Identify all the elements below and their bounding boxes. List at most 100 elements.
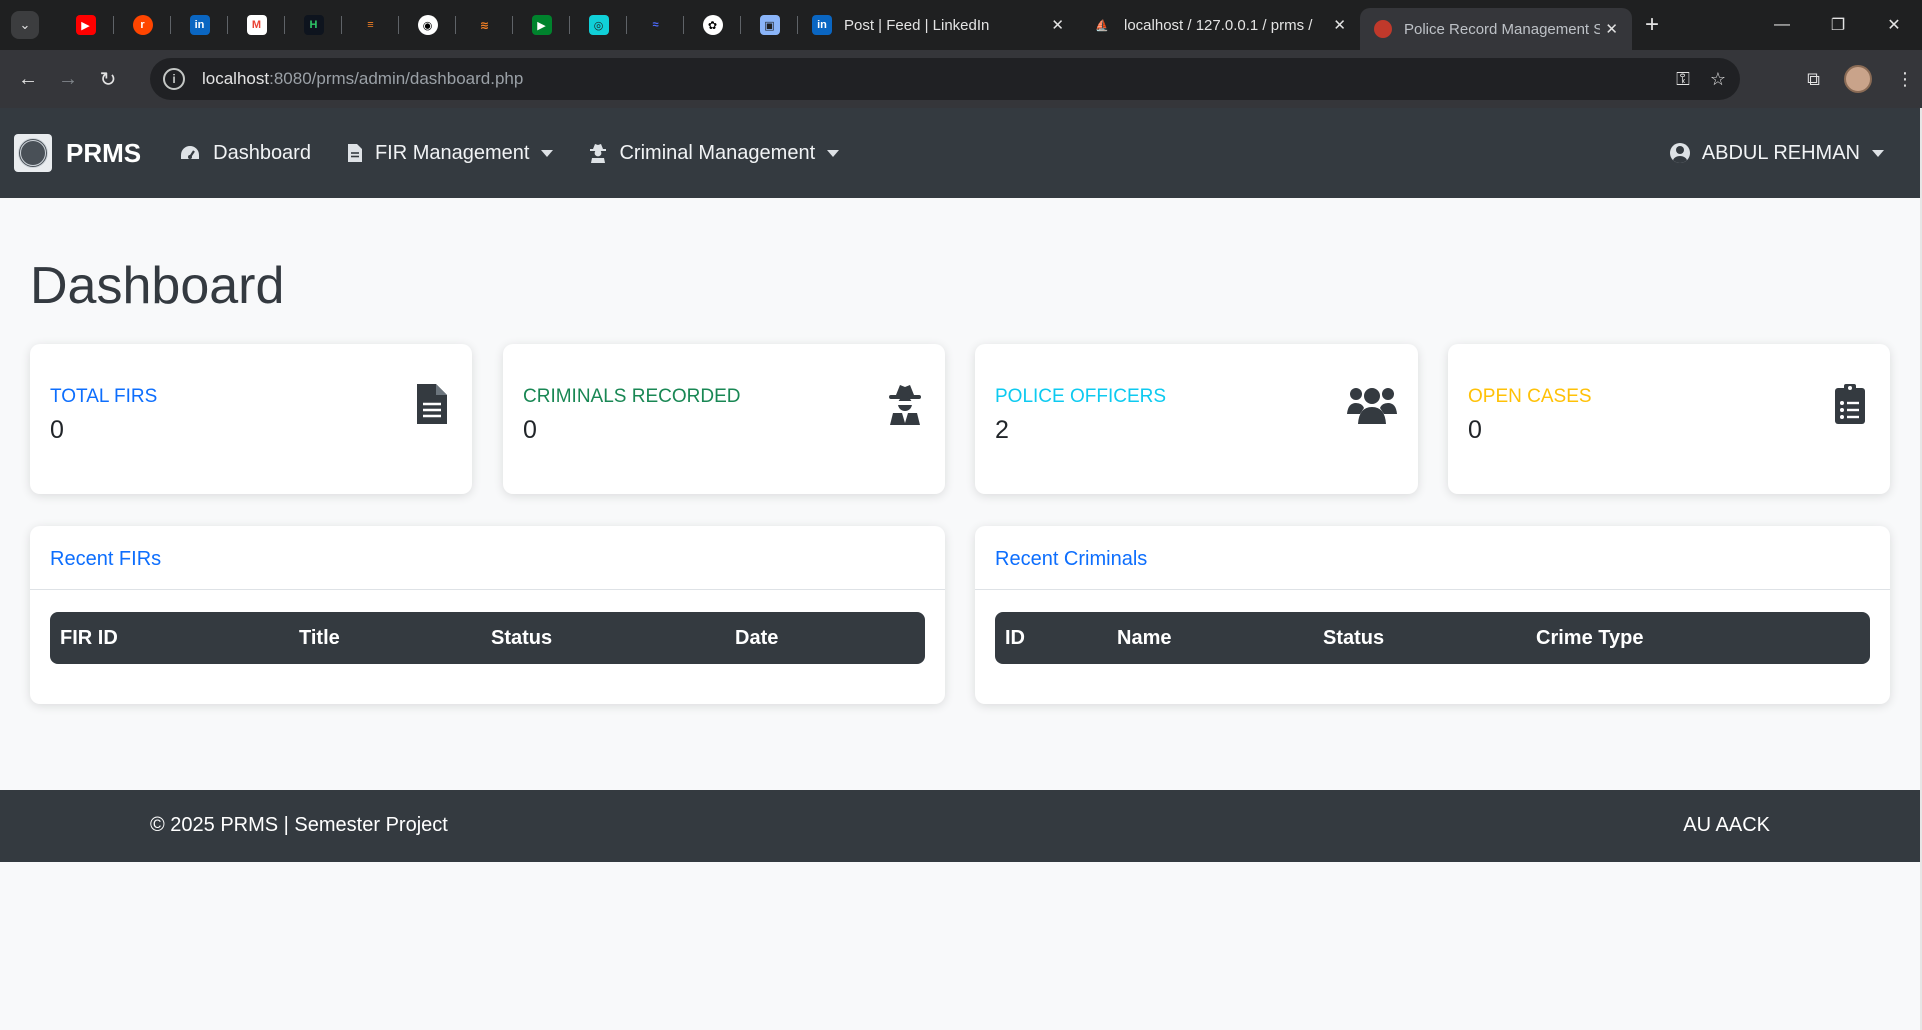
- page-bottom-space: [0, 862, 1920, 1030]
- password-key-icon[interactable]: ⚿: [1676, 69, 1690, 90]
- chatgpt-alt-icon: ◎: [588, 15, 609, 35]
- close-icon[interactable]: ✕: [1333, 16, 1346, 34]
- back-icon[interactable]: ←: [8, 59, 48, 99]
- tab-label: Police Record Management S: [1404, 20, 1600, 38]
- caret-down-icon: [1872, 149, 1884, 157]
- stackoverflow-icon: ≡: [367, 19, 374, 31]
- browser-toolbar: ← → ↻ i localhost:8080/prms/admin/dashbo…: [0, 50, 1922, 108]
- panel-header: Recent FIRs: [30, 526, 945, 590]
- tab-phpmyadmin[interactable]: ⛵ localhost / 127.0.0.1 / prms / ✕: [1078, 0, 1360, 50]
- extensions-icon[interactable]: ⧉: [1807, 69, 1820, 90]
- pinned-tab[interactable]: ✿: [684, 0, 741, 50]
- google-meet-icon: ▶: [531, 15, 552, 35]
- pinned-tab[interactable]: ≡: [342, 0, 399, 50]
- column-header[interactable]: Status: [491, 627, 552, 650]
- column-header[interactable]: Status: [1323, 627, 1384, 650]
- pinned-tab[interactable]: ◉: [399, 0, 456, 50]
- footer: © 2025 PRMS | Semester Project AU AACK: [0, 790, 1920, 862]
- pinned-tab[interactable]: in: [171, 0, 228, 50]
- address-bar[interactable]: i localhost:8080/prms/admin/dashboard.ph…: [150, 58, 1740, 100]
- column-header[interactable]: Name: [1117, 627, 1171, 650]
- pinned-tab[interactable]: ▶: [513, 0, 570, 50]
- kebab-menu-icon[interactable]: ⋮: [1896, 69, 1914, 90]
- linkedin-icon: in: [189, 15, 210, 35]
- stat-label: OPEN CASES: [1468, 386, 1592, 407]
- caret-down-icon: [827, 149, 840, 157]
- recent-firs-panel: Recent FIRs FIR ID Title Status Date: [30, 526, 945, 704]
- deepseek-icon: ≈: [652, 19, 659, 31]
- tab-prms[interactable]: Police Record Management S ✕: [1360, 8, 1632, 50]
- url-host: localhost: [202, 69, 270, 88]
- user-secret-icon: [885, 382, 925, 426]
- new-tab-button[interactable]: +: [1632, 0, 1672, 50]
- pinned-tab[interactable]: M: [228, 0, 285, 50]
- users-icon: [1346, 382, 1398, 426]
- chevron-down-icon: ⌄: [19, 17, 31, 32]
- file-text-icon: [412, 382, 452, 426]
- app-navbar: PRMS Dashboard FIR Management Criminal M…: [0, 108, 1920, 198]
- url-path: :8080/prms/admin/dashboard.php: [269, 69, 524, 88]
- caret-down-icon: [541, 149, 554, 157]
- close-window-icon[interactable]: ✕: [1866, 0, 1922, 50]
- gmail-icon: M: [246, 15, 267, 35]
- user-name: ABDUL REHMAN: [1701, 141, 1860, 164]
- police-badge-icon: [1374, 20, 1392, 38]
- nav-label: Criminal Management: [619, 141, 816, 164]
- bookmark-star-icon[interactable]: ☆: [1710, 69, 1726, 90]
- nav-label: Dashboard: [213, 141, 311, 164]
- stat-value: 0: [1468, 416, 1482, 444]
- pinned-tab[interactable]: H: [285, 0, 342, 50]
- nav-label: FIR Management: [374, 141, 530, 164]
- panel-title: Recent Criminals: [995, 548, 1148, 570]
- file-icon: [347, 144, 362, 162]
- minimize-icon[interactable]: —: [1754, 0, 1810, 50]
- column-header[interactable]: FIR ID: [60, 627, 118, 650]
- user-circle-icon: [1669, 143, 1690, 163]
- stat-card-open-cases: OPEN CASES 0: [1448, 344, 1890, 494]
- close-icon[interactable]: ✕: [1605, 20, 1618, 38]
- user-menu[interactable]: ABDUL REHMAN: [1669, 108, 1884, 198]
- pinned-tab[interactable]: ▶: [57, 0, 114, 50]
- nav-criminal-management[interactable]: Criminal Management: [589, 141, 840, 165]
- pinned-tab[interactable]: r: [114, 0, 171, 50]
- stat-card-criminals-recorded: CRIMINALS RECORDED 0: [503, 344, 945, 494]
- tab-linkedin[interactable]: in Post | Feed | LinkedIn ✕: [798, 0, 1078, 50]
- nav-links: Dashboard FIR Management Criminal Manage…: [179, 142, 875, 165]
- profile-avatar[interactable]: [1844, 65, 1872, 93]
- footer-copyright: © 2025 PRMS | Semester Project: [150, 814, 448, 836]
- browser-tabstrip: ⌄ ▶ r in M H ≡ ◉ ≋ ▶ ◎ ≈ ✿ ▣ in Post | F…: [0, 0, 1922, 50]
- table-header: ID Name Status Crime Type: [995, 612, 1870, 664]
- column-header[interactable]: Crime Type: [1536, 627, 1643, 650]
- brand[interactable]: PRMS: [14, 134, 141, 172]
- restore-icon[interactable]: ❐: [1810, 0, 1866, 50]
- stat-label: TOTAL FIRS: [50, 386, 158, 407]
- stat-card-police-officers: POLICE OFFICERS 2: [975, 344, 1418, 494]
- url-text: localhost:8080/prms/admin/dashboard.php: [202, 69, 523, 89]
- pinned-tab[interactable]: ◎: [570, 0, 627, 50]
- toolbar-actions: ⧉ ⋮: [1807, 58, 1914, 100]
- column-header[interactable]: Title: [299, 627, 340, 650]
- gift-icon: ▣: [759, 15, 780, 35]
- tab-search-button[interactable]: ⌄: [11, 11, 39, 39]
- youtube-icon: ▶: [75, 15, 96, 35]
- stat-label: CRIMINALS RECORDED: [523, 386, 741, 407]
- column-header[interactable]: ID: [1005, 627, 1025, 650]
- speedometer-icon: [181, 146, 200, 159]
- pinned-tab[interactable]: ≋: [456, 0, 513, 50]
- column-header[interactable]: Date: [735, 627, 778, 650]
- reload-icon[interactable]: ↻: [88, 59, 128, 99]
- nav-fir-management[interactable]: FIR Management: [347, 142, 554, 165]
- stat-value: 2: [995, 416, 1009, 444]
- pinned-tab[interactable]: ≈: [627, 0, 684, 50]
- stat-value: 0: [523, 416, 537, 444]
- pinned-tab[interactable]: ▣: [741, 0, 798, 50]
- close-icon[interactable]: ✕: [1051, 16, 1064, 34]
- github-icon: ◉: [417, 15, 438, 35]
- stat-card-total-firs: TOTAL FIRS 0: [30, 344, 472, 494]
- nav-dashboard[interactable]: Dashboard: [179, 142, 311, 165]
- forward-icon[interactable]: →: [48, 59, 88, 99]
- brand-name: PRMS: [66, 137, 142, 168]
- phpmyadmin-icon: ⛵: [1095, 19, 1109, 32]
- table-header: FIR ID Title Status Date: [50, 612, 925, 664]
- site-info-icon[interactable]: i: [163, 68, 185, 90]
